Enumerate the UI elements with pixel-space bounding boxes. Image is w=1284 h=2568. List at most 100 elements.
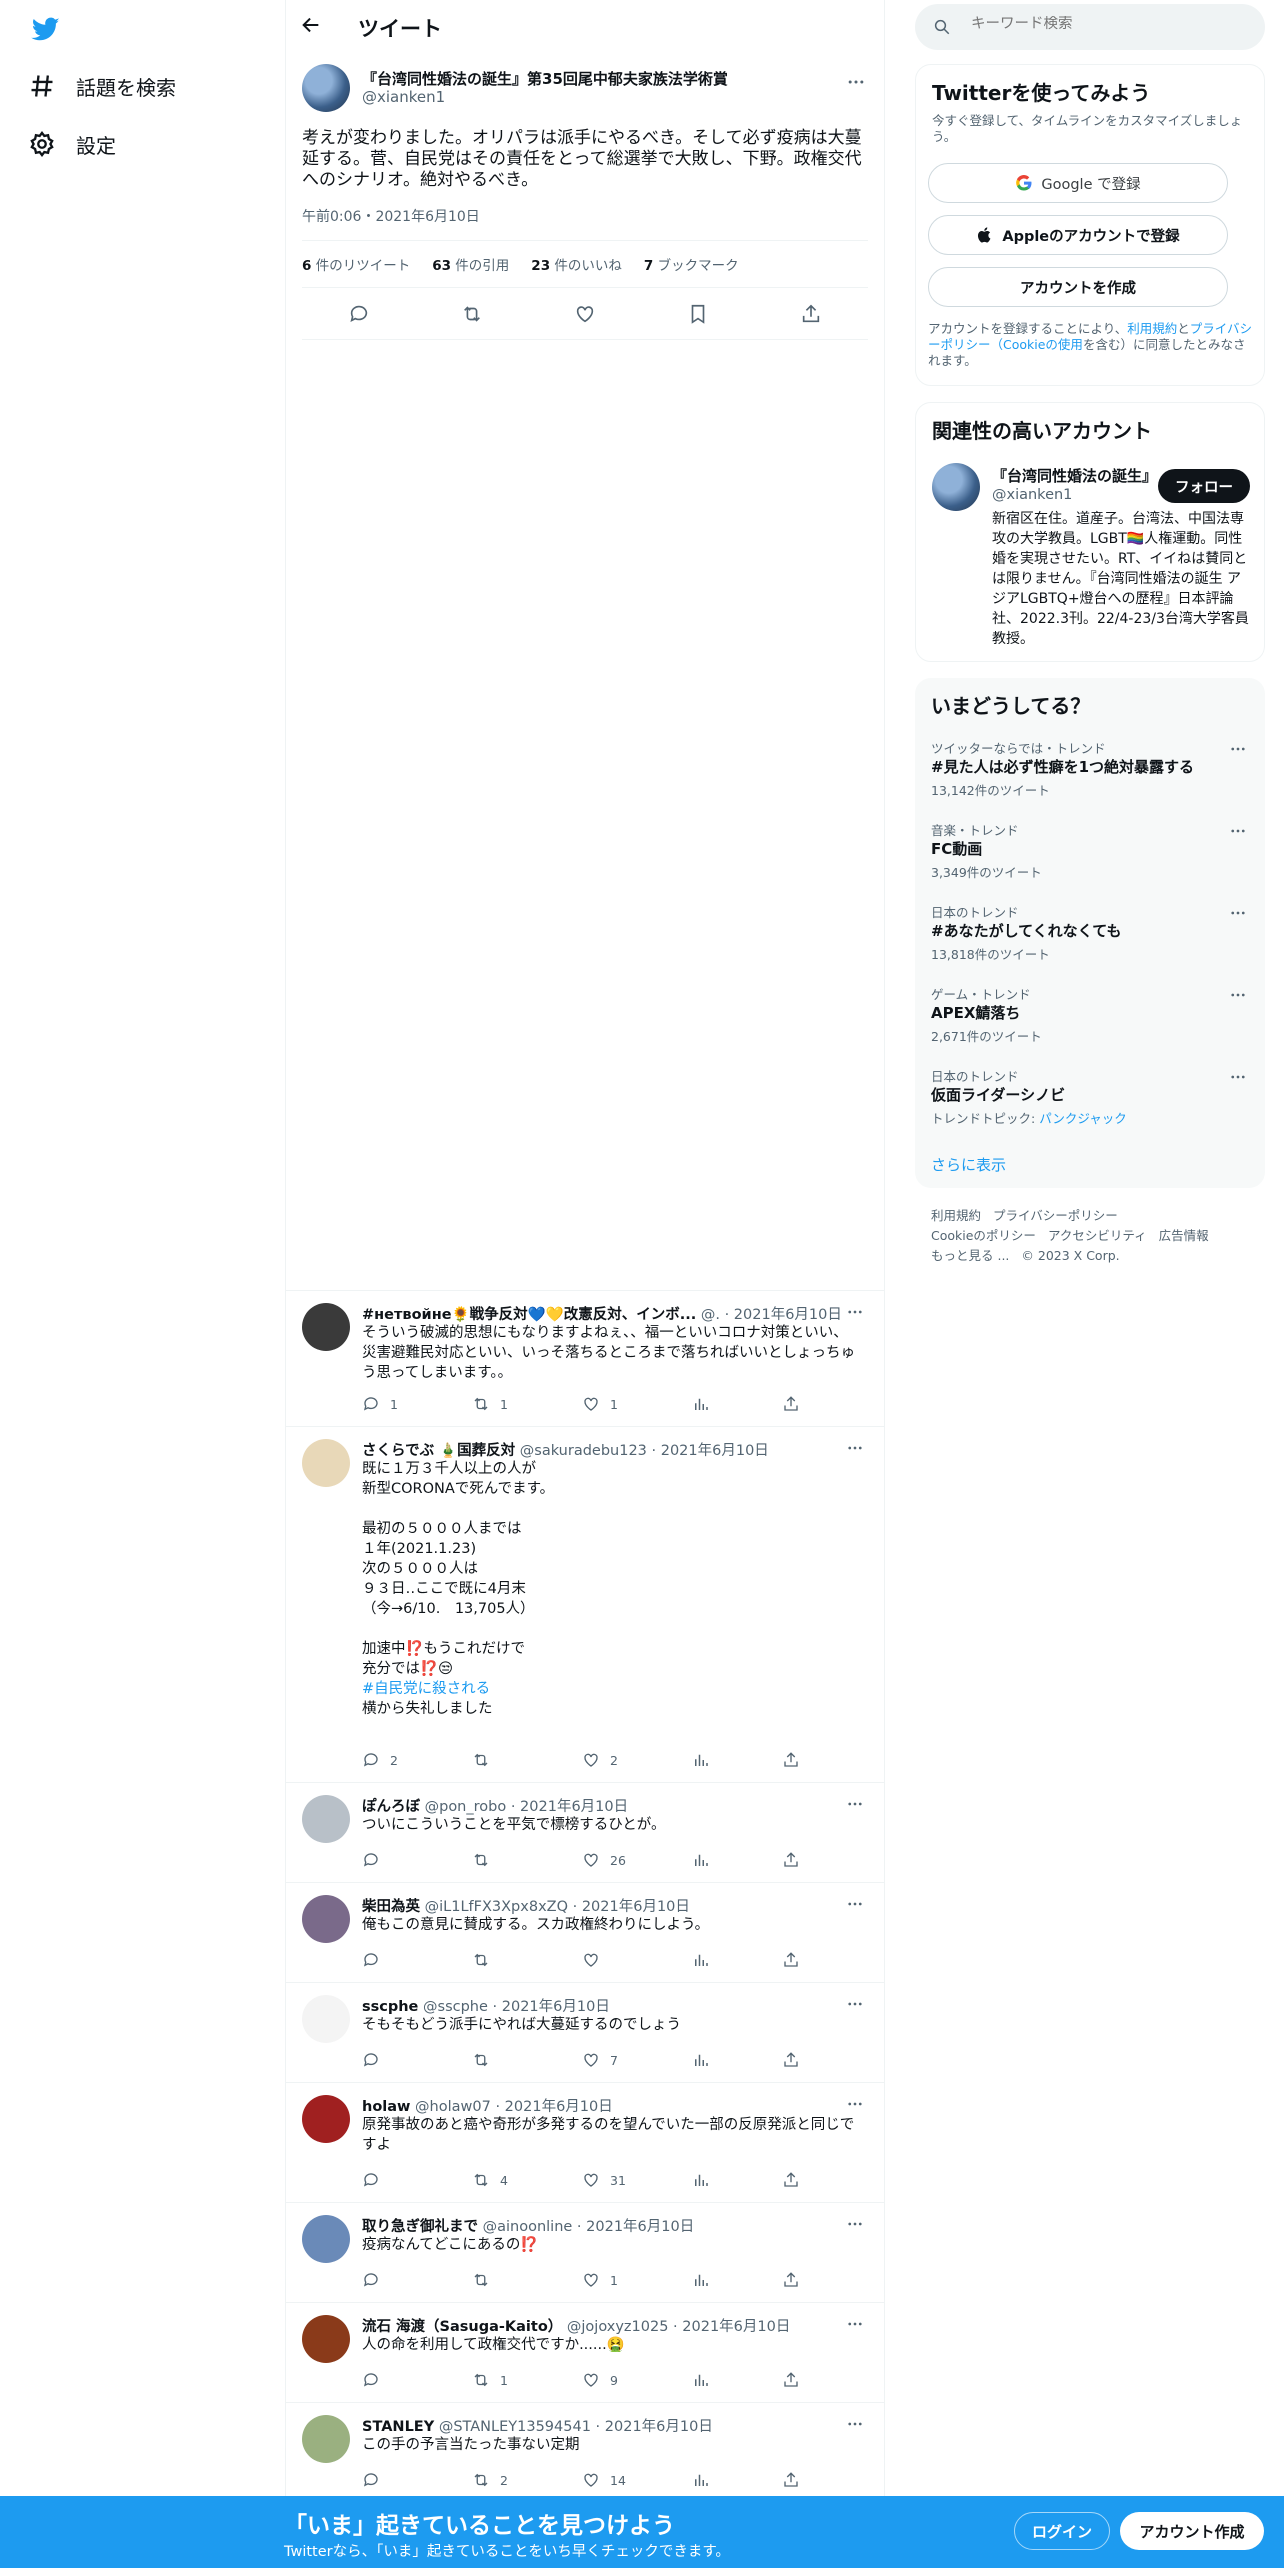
share-button[interactable]: [782, 1751, 810, 1769]
trend-item[interactable]: 音楽・トレンド FC動画 3,349件のツイート: [931, 820, 1251, 902]
footer-link[interactable]: もっと見る ...: [931, 1248, 1009, 1263]
author-handle[interactable]: @jojoxyz1025: [567, 2319, 669, 2335]
avatar[interactable]: [302, 1439, 350, 1487]
like-button[interactable]: 7: [582, 2051, 618, 2069]
more-icon[interactable]: [846, 1439, 866, 1459]
share-button[interactable]: [782, 1951, 810, 1969]
likes-stat[interactable]: 23 件のいいね: [531, 254, 622, 274]
author-name[interactable]: さくらでぶ 🎍国葬反対: [362, 1443, 515, 1459]
reply-button[interactable]: [362, 1851, 390, 1869]
share-icon[interactable]: [800, 303, 822, 325]
reply-button[interactable]: 2: [362, 1751, 398, 1769]
reply-tweet[interactable]: 柴田為英 @iL1LfFX3Xpx8xZQ · 2021年6月10日 俺もこの意見…: [286, 1882, 884, 1982]
back-arrow-icon[interactable]: [300, 14, 326, 40]
like-button[interactable]: 26: [582, 1851, 626, 1869]
reply-button[interactable]: [362, 2371, 390, 2389]
more-icon[interactable]: [1229, 1068, 1249, 1088]
author-name[interactable]: 流石 海渡（Sasuga-Kaito）: [362, 2319, 562, 2335]
like-button[interactable]: 14: [582, 2471, 626, 2489]
views-button[interactable]: [692, 2371, 720, 2389]
reply-button[interactable]: 1: [362, 1395, 398, 1413]
share-button[interactable]: [782, 2471, 810, 2489]
like-button[interactable]: 1: [582, 2271, 618, 2289]
trend-item[interactable]: ゲーム・トレンド APEX鯖落ち 2,671件のツイート: [931, 984, 1251, 1066]
author-name[interactable]: holaw: [362, 2099, 410, 2115]
author-name[interactable]: ぽんろぼ: [362, 1799, 420, 1815]
like-button[interactable]: 1: [582, 1395, 618, 1413]
views-button[interactable]: [692, 1395, 720, 1413]
footer-link[interactable]: 利用規約: [931, 1208, 981, 1223]
retweet-button[interactable]: [472, 2051, 500, 2069]
reply-date[interactable]: 2021年6月10日: [505, 2099, 613, 2115]
avatar[interactable]: [302, 1995, 350, 2043]
tweet-timestamp[interactable]: 午前0:06・2021年6月10日: [302, 206, 480, 226]
views-button[interactable]: [692, 1751, 720, 1769]
retweets-stat[interactable]: 6 件のリツイート: [302, 254, 410, 274]
author-handle[interactable]: @STANLEY13594541: [439, 2419, 591, 2435]
search-input[interactable]: [971, 16, 1251, 32]
share-button[interactable]: [782, 2051, 810, 2069]
retweet-button[interactable]: 1: [472, 1395, 508, 1413]
like-button[interactable]: 31: [582, 2171, 626, 2189]
reply-tweet[interactable]: holaw @holaw07 · 2021年6月10日 原発事故のあと癌や奇形が多…: [286, 2082, 884, 2202]
trend-item[interactable]: ツイッターならでは・トレンド #見た人は必ず性癖を1つ絶対暴露する 13,142件の…: [931, 738, 1251, 820]
retweet-button[interactable]: 4: [472, 2171, 508, 2189]
views-button[interactable]: [692, 2051, 720, 2069]
footer-link[interactable]: 広告情報: [1159, 1228, 1209, 1243]
show-more-link[interactable]: さらに表示: [931, 1154, 1006, 1175]
avatar[interactable]: [302, 1895, 350, 1943]
avatar[interactable]: [302, 2415, 350, 2463]
reply-button[interactable]: [362, 2471, 390, 2489]
more-icon[interactable]: [846, 2415, 866, 2435]
avatar[interactable]: [302, 1303, 350, 1351]
share-button[interactable]: [782, 1851, 810, 1869]
related-account-handle[interactable]: @xianken1: [992, 487, 1072, 503]
reply-tweet[interactable]: 取り急ぎ御礼まで @ainoonline · 2021年6月10日 疫病なんてどこ…: [286, 2202, 884, 2302]
more-icon[interactable]: [1229, 740, 1249, 760]
views-button[interactable]: [692, 1951, 720, 1969]
share-button[interactable]: [782, 1395, 810, 1413]
hashtag-link[interactable]: #自民党に殺される: [362, 1679, 862, 1699]
author-handle[interactable]: @pon_robo: [425, 1799, 507, 1815]
signup-button[interactable]: アカウント作成: [1120, 2512, 1264, 2550]
quotes-stat[interactable]: 63 件の引用: [432, 254, 509, 274]
more-icon[interactable]: [846, 2095, 866, 2115]
reply-tweet[interactable]: #нетвойне🌻戦争反対💙💛改憲反対、インボ... @. · 2021年6月…: [286, 1290, 884, 1426]
reply-date[interactable]: 2021年6月10日: [586, 2219, 694, 2235]
author-handle[interactable]: @.: [701, 1307, 720, 1323]
author-handle[interactable]: @iL1LfFX3Xpx8xZQ: [425, 1899, 568, 1915]
trend-item[interactable]: 日本のトレンド 仮面ライダーシノビ トレンドトピック: パンクジャック: [931, 1066, 1251, 1148]
reply-tweet[interactable]: STANLEY @STANLEY13594541 · 2021年6月10日 この手…: [286, 2402, 884, 2502]
nav-explore[interactable]: 話題を検索: [28, 68, 176, 104]
more-icon[interactable]: [846, 1995, 866, 2015]
author-handle[interactable]: @ainoonline: [483, 2219, 573, 2235]
author-name[interactable]: STANLEY: [362, 2419, 434, 2435]
avatar[interactable]: [302, 1795, 350, 1843]
like-icon[interactable]: [574, 303, 596, 325]
related-account-name[interactable]: 『台湾同性婚法の誕生』第35回尾中郁夫家族法学術賞: [992, 465, 1152, 486]
reply-button[interactable]: [362, 2171, 390, 2189]
like-button[interactable]: 9: [582, 2371, 618, 2389]
follow-button[interactable]: フォロー: [1158, 469, 1250, 503]
views-button[interactable]: [692, 2271, 720, 2289]
avatar[interactable]: [302, 64, 350, 112]
reply-tweet[interactable]: さくらでぶ 🎍国葬反対 @sakuradebu123 · 2021年6月10日既…: [286, 1426, 884, 1782]
author-name[interactable]: 柴田為英: [362, 1899, 420, 1915]
more-icon[interactable]: [846, 1895, 866, 1915]
reply-date[interactable]: 2021年6月10日: [661, 1443, 769, 1459]
reply-button[interactable]: [362, 2051, 390, 2069]
login-button[interactable]: ログイン: [1014, 2512, 1110, 2550]
retweet-button[interactable]: 2: [472, 2471, 508, 2489]
author-name[interactable]: sscphe: [362, 1999, 418, 2015]
reply-date[interactable]: 2021年6月10日: [520, 1799, 628, 1815]
bookmarks-stat[interactable]: 7 ブックマーク: [644, 254, 739, 274]
bookmark-icon[interactable]: [687, 303, 709, 325]
views-button[interactable]: [692, 1851, 720, 1869]
retweet-button[interactable]: [472, 2271, 500, 2289]
more-icon[interactable]: [1229, 904, 1249, 924]
avatar[interactable]: [302, 2095, 350, 2143]
retweet-icon[interactable]: [461, 303, 483, 325]
retweet-button[interactable]: [472, 1751, 500, 1769]
more-icon[interactable]: [1229, 822, 1249, 842]
nav-settings[interactable]: 設定: [28, 126, 116, 162]
